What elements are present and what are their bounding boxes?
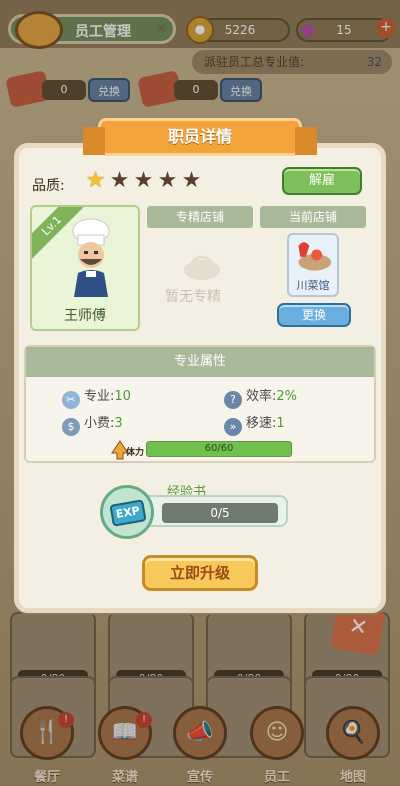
employee-card: Lv.1 王师傅 <box>30 205 140 331</box>
current-shop-card[interactable]: 川菜馆 <box>287 233 339 297</box>
star-icon: ★ <box>157 168 178 193</box>
attr-label: 专业: <box>84 389 115 404</box>
chef-portrait <box>72 218 110 297</box>
stamina-text: 60/60 <box>204 443 234 454</box>
no-specialty-text: 暂无专精 <box>165 289 221 305</box>
attr-speed: » 移速:1 <box>224 412 285 436</box>
attr-value: 3 <box>114 416 123 431</box>
attr-label: 移速: <box>246 416 277 431</box>
current-shop-name: 川菜馆 <box>296 279 330 292</box>
attr-value: 2% <box>276 389 298 404</box>
tools-icon: ✂ <box>62 391 80 409</box>
attr-label: 效率: <box>246 389 277 404</box>
stamina-bar: 60/60 <box>146 441 292 457</box>
clock-icon: ? <box>224 391 242 409</box>
attributes-header: 专业属性 <box>26 347 374 377</box>
dialog-title: 职员详情 <box>167 127 232 146</box>
sichuan-dish-icon <box>298 242 332 271</box>
swap-shop-button[interactable]: 更换 <box>277 303 351 327</box>
upgrade-now-button[interactable]: 立即升级 <box>142 555 258 591</box>
exp-progress: 0/5 <box>162 503 278 523</box>
dialog-title-ribbon: 职员详情 <box>83 118 317 156</box>
quality-stars: ★ ★ ★ ★ ★ <box>84 170 204 194</box>
stamina-badge: 体力 <box>108 437 148 461</box>
attr-label: 小费: <box>84 416 115 431</box>
current-shop-tab: 当前店铺 <box>260 206 366 228</box>
attr-skill: ✂ 专业:10 <box>62 385 131 409</box>
fire-button[interactable]: 解雇 <box>282 167 362 195</box>
attr-value: 1 <box>276 416 285 431</box>
empty-pot-icon <box>184 255 220 280</box>
money-bag-icon: $ <box>62 418 80 436</box>
specialty-shop-tab: 专精店铺 <box>147 206 253 228</box>
attr-efficiency: ? 效率:2% <box>224 385 297 409</box>
star-icon: ★ <box>109 168 130 193</box>
ribbon-tail <box>295 127 317 155</box>
attr-tips: $ 小费:3 <box>62 412 123 436</box>
star-icon: ★ <box>85 168 106 193</box>
quality-label: 品质: <box>32 178 65 194</box>
employee-name: 王师傅 <box>64 308 106 324</box>
star-icon: ★ <box>133 168 154 193</box>
ribbon-tail <box>83 127 105 155</box>
exp-book-icon[interactable]: EXP <box>100 485 154 539</box>
star-icon: ★ <box>181 168 202 193</box>
stamina-label: 体力 <box>126 448 145 458</box>
attr-value: 10 <box>114 389 131 404</box>
speed-icon: » <box>224 418 242 436</box>
exp-tag: EXP <box>109 499 147 527</box>
